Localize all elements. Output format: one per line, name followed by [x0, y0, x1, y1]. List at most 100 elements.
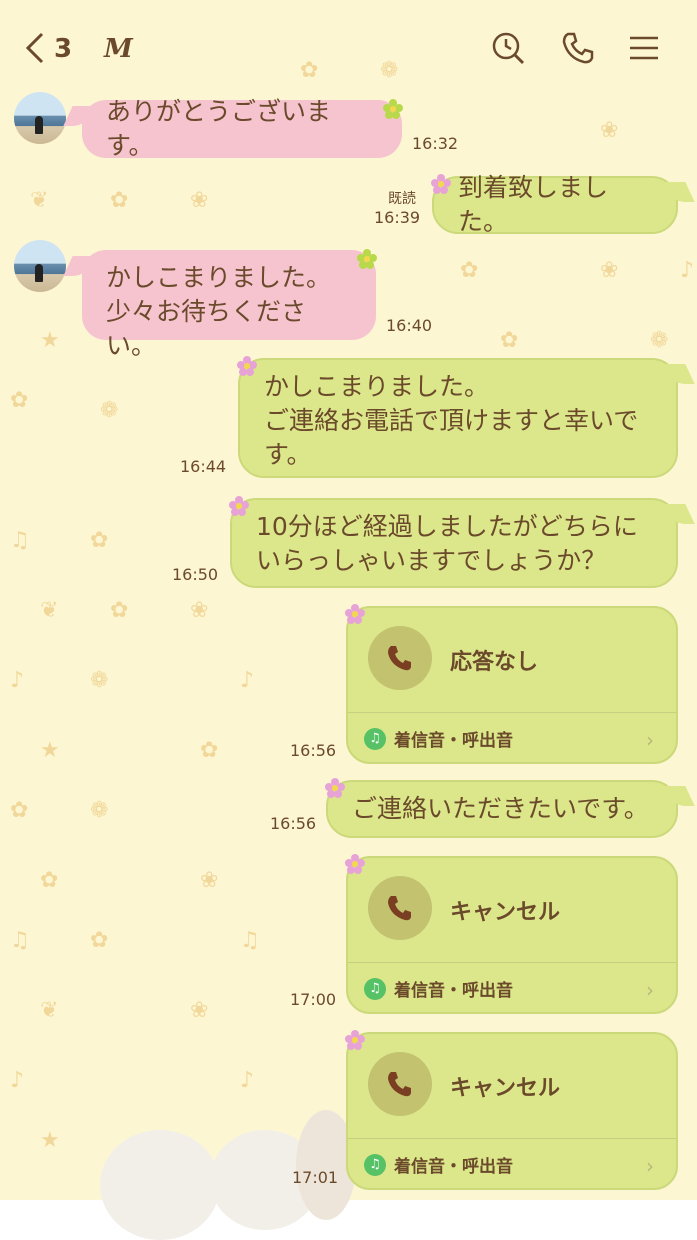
bunny-decor-icon: ❀ — [190, 188, 209, 213]
search-history-icon — [492, 32, 525, 65]
contact-name[interactable]: M — [104, 34, 133, 64]
bear-decor-icon: ✿ — [460, 258, 479, 283]
chat-header: 3 M — [0, 0, 697, 96]
leaf-icon: ❦ — [40, 998, 59, 1023]
message-text-line: す。 — [264, 440, 312, 469]
flower-decor-icon: ✿ — [200, 738, 219, 763]
flower-icon — [325, 778, 345, 798]
ringtone-link[interactable]: ♫ 着信音・呼出音 — [364, 726, 513, 751]
call-icon-circle — [368, 1052, 432, 1116]
call-log-bubble[interactable]: キャンセル ♫ 着信音・呼出音 › — [346, 1032, 678, 1190]
flower-icon — [345, 854, 365, 874]
ringtone-label: 着信音・呼出音 — [394, 981, 513, 1001]
message-text-line: かしこまりました。 — [106, 263, 332, 292]
message-time: 16:44 — [180, 457, 227, 476]
flower-decor-icon: ✿ — [10, 798, 29, 823]
menu-icon — [630, 36, 658, 60]
message-time: 16:32 — [412, 134, 459, 153]
message-text-line: いらっしゃいますでしょうか？ — [256, 546, 607, 575]
star-decor-icon: ★ — [40, 738, 60, 763]
music-note-icon: ♪ — [240, 1068, 255, 1093]
butterfly-decor-icon: ❀ — [600, 118, 619, 143]
phone-icon — [388, 1072, 411, 1097]
message-text-line: 少々お待ちください。 — [106, 297, 307, 360]
bunny-decor-icon: ❀ — [190, 998, 209, 1023]
message-text: ありがとうございます。 — [106, 97, 332, 160]
call-status: 応答なし — [450, 650, 539, 675]
chevron-left-icon — [25, 32, 44, 64]
search-history-button[interactable] — [490, 30, 526, 66]
flower-decor-icon: ✿ — [90, 928, 109, 953]
flower-decor-icon: ❁ — [100, 398, 119, 423]
menu-button[interactable] — [626, 30, 662, 66]
message-time: 16:39 — [374, 208, 421, 227]
flower-icon — [357, 249, 377, 269]
contact-avatar[interactable] — [14, 240, 66, 292]
flower-decor-icon: ✿ — [10, 388, 29, 413]
message-bubble[interactable]: かしこまりました。 ご連絡お電話で頂けますと幸いで す。 — [238, 358, 678, 478]
divider — [348, 712, 676, 713]
message-time: 17:01 — [292, 1168, 339, 1187]
message-bubble[interactable]: 到着致しました。 — [432, 173, 678, 236]
message-bubble[interactable]: 10分ほど経過しましたがどちらに いらっしゃいますでしょうか？ — [230, 498, 678, 588]
treble-clef-icon: ♪ — [10, 1068, 25, 1093]
star-decor-icon: ★ — [40, 1128, 60, 1153]
treble-clef-icon: ♪ — [10, 668, 25, 693]
contact-avatar[interactable] — [14, 92, 66, 144]
back-button[interactable] — [22, 30, 48, 75]
flower-icon — [345, 604, 365, 624]
chevron-right-icon: › — [646, 1154, 654, 1178]
flower-decor-icon: ❁ — [90, 668, 109, 693]
message-time: 16:40 — [386, 316, 433, 335]
message-bubble[interactable]: かしこまりました。 少々お待ちください。 — [82, 250, 376, 360]
flower-icon — [431, 174, 451, 194]
flower-icon — [345, 1030, 365, 1050]
call-icon-circle — [368, 626, 432, 690]
ringtone-link[interactable]: ♫ 着信音・呼出音 — [364, 1152, 513, 1177]
call-status: キャンセル — [450, 900, 561, 925]
message-time: 16:50 — [172, 565, 219, 584]
flower-decor-icon: ❁ — [90, 798, 109, 823]
music-note-icon: ♫ — [364, 977, 386, 1000]
ringtone-link[interactable]: ♫ 着信音・呼出音 — [364, 976, 513, 1001]
message-time: 16:56 — [270, 814, 317, 833]
message-bubble[interactable]: ありがとうございます。 — [82, 97, 402, 160]
chevron-right-icon: › — [646, 728, 654, 752]
ringtone-label: 着信音・呼出音 — [394, 731, 513, 751]
message-text-line: 10分ほど経過しましたがどちらに — [256, 512, 638, 541]
flower-decor-icon: ✿ — [500, 328, 519, 353]
leaf-icon: ❦ — [30, 188, 49, 213]
bunny-decor-icon: ❀ — [190, 598, 209, 623]
flower-icon — [237, 356, 257, 376]
unread-count: 3 — [54, 34, 73, 64]
message-time: 17:00 — [290, 990, 337, 1009]
music-note-icon: ♫ — [10, 528, 30, 553]
flower-icon — [229, 496, 249, 516]
message-text-line: ご連絡お電話で頂けますと幸いで — [264, 406, 639, 435]
music-note-icon: ♪ — [680, 258, 695, 283]
music-note-icon: ♫ — [364, 1153, 386, 1176]
ringtone-label: 着信音・呼出音 — [394, 1157, 513, 1177]
phone-icon — [388, 646, 411, 671]
flower-decor-icon: ❀ — [200, 868, 219, 893]
message-text: 到着致しました。 — [458, 173, 609, 236]
read-receipt: 既読 — [388, 191, 416, 207]
butterfly-decor-icon: ❀ — [600, 258, 619, 283]
divider — [348, 1138, 676, 1139]
phone-icon — [388, 896, 411, 921]
flower-decor-icon: ✿ — [40, 868, 59, 893]
call-button[interactable] — [560, 30, 596, 66]
flower-decor-icon: ❁ — [650, 328, 669, 353]
plush-toy-image — [100, 1130, 220, 1240]
flower-icon — [383, 99, 403, 119]
call-icon-circle — [368, 876, 432, 940]
phone-icon — [562, 32, 594, 64]
call-log-bubble[interactable]: キャンセル ♫ 着信音・呼出音 › — [346, 856, 678, 1014]
message-bubble[interactable]: ご連絡いただきたいです。 — [326, 780, 678, 838]
call-log-bubble[interactable]: 応答なし ♫ 着信音・呼出音 › — [346, 606, 678, 764]
divider — [348, 962, 676, 963]
flower-decor-icon: ✿ — [110, 598, 129, 623]
music-note-icon: ♫ — [10, 928, 30, 953]
star-decor-icon: ★ — [40, 328, 60, 353]
music-note-icon: ♫ — [364, 727, 386, 750]
